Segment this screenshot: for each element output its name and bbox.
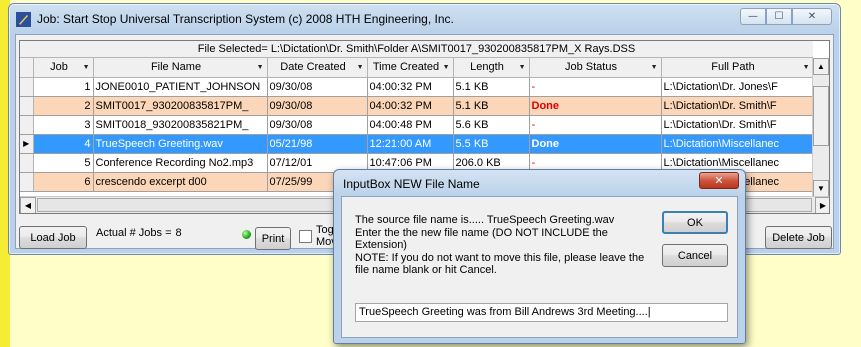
row-selector-header <box>20 58 34 78</box>
cell-file-name[interactable]: SMIT0017_930200835817PM_ <box>93 96 268 116</box>
cell-date-created[interactable]: 09/30/08 <box>267 115 368 135</box>
cell-time-created[interactable]: 04:00:32 PM <box>367 77 454 97</box>
scroll-left-arrow-icon[interactable]: ◀ <box>20 197 36 213</box>
load-job-button[interactable]: Load Job <box>19 226 87 249</box>
status-light-icon <box>242 230 251 239</box>
dialog-message-line1: The source file name is..... TrueSpeech … <box>355 214 615 226</box>
status-text: - <box>531 80 536 93</box>
row-selector[interactable] <box>20 96 34 116</box>
cell-job[interactable]: 4 <box>33 134 94 154</box>
cell-file-name[interactable]: Conference Recording No2.mp3 <box>93 153 268 173</box>
cell-job-status[interactable]: - <box>529 115 662 135</box>
dialog-close-button[interactable]: ✕ <box>699 172 739 189</box>
column-header-date-created[interactable]: Date Created ▼ <box>267 58 368 78</box>
dropdown-arrow-icon[interactable]: ▼ <box>357 64 364 71</box>
cell-file-name[interactable]: JONE0010_PATIENT_JOHNSON <box>93 77 268 97</box>
status-text: - <box>531 118 536 131</box>
column-header-full-path[interactable]: Full Path ▼ <box>661 58 814 78</box>
scroll-right-arrow-icon[interactable]: ▶ <box>815 197 829 213</box>
status-text: - <box>531 156 536 169</box>
cell-length[interactable]: 5.5 KB <box>453 134 530 154</box>
dropdown-arrow-icon[interactable]: ▼ <box>83 64 90 71</box>
maximize-button[interactable]: ☐ <box>766 8 792 25</box>
cell-job-status[interactable]: - <box>529 77 662 97</box>
cell-job[interactable]: 2 <box>33 96 94 116</box>
row-selector[interactable] <box>20 115 34 135</box>
column-header-file-name[interactable]: File Name ▼ <box>93 58 268 78</box>
status-text: Done <box>531 99 560 112</box>
column-header-job-status[interactable]: Job Status ▼ <box>529 58 662 78</box>
cell-file-name[interactable]: TrueSpeech Greeting.wav <box>93 134 268 154</box>
window-title: Job: Start Stop Universal Transcription … <box>37 12 454 26</box>
cell-date-created[interactable]: 05/21/98 <box>267 134 368 154</box>
actual-jobs-text: Actual # Jobs = <box>96 227 172 239</box>
dialog-client-area: The source file name is..... TrueSpeech … <box>341 196 738 338</box>
dropdown-arrow-icon[interactable]: ▼ <box>803 64 810 71</box>
cancel-button[interactable]: Cancel <box>662 244 728 267</box>
vertical-scrollbar[interactable]: ▲ ▼ <box>812 58 829 197</box>
column-header-job[interactable]: Job ▼ <box>33 58 94 78</box>
cell-job-status[interactable]: Done <box>529 134 662 154</box>
table-row[interactable]: 2 SMIT0017_930200835817PM_ 09/30/08 04:00:3… <box>20 96 814 116</box>
dialog-title: InputBox NEW File Name <box>343 177 480 191</box>
actual-jobs-count: 8 <box>175 227 182 239</box>
cell-job[interactable]: 6 <box>33 172 94 192</box>
dialog-message: The source file name is..... TrueSpeech … <box>355 214 655 277</box>
row-selector[interactable] <box>20 172 34 192</box>
row-selector[interactable] <box>20 153 34 173</box>
delete-job-button[interactable]: Delete Job <box>765 226 832 249</box>
table-row[interactable]: 3 SMIT0018_930200835821PM_ 09/30/08 04:00:4… <box>20 115 814 135</box>
scroll-down-arrow-icon[interactable]: ▼ <box>813 180 829 197</box>
row-selector[interactable]: ▶ <box>20 134 34 154</box>
ok-button[interactable]: OK <box>662 211 728 234</box>
dropdown-arrow-icon[interactable]: ▼ <box>257 64 264 71</box>
cell-file-name[interactable]: SMIT0018_930200835821PM_ <box>93 115 268 135</box>
cell-file-name[interactable]: crescendo excerpt d00 <box>93 172 268 192</box>
toggle-move-checkbox[interactable] <box>299 230 312 243</box>
input-box-dialog: InputBox NEW File Name ✕ The source file… <box>333 169 746 344</box>
caption-buttons: — ☐ ✕ <box>740 8 832 25</box>
scroll-up-arrow-icon[interactable]: ▲ <box>813 58 829 75</box>
cell-job-status[interactable]: Done <box>529 96 662 116</box>
column-header-time-created[interactable]: Time Created ▼ <box>367 58 454 78</box>
dialog-message-line2: Enter the the new file name (DO NOT INCL… <box>355 226 608 252</box>
cell-full-path[interactable]: L:\Dictation\Dr. Smith\F <box>661 115 814 135</box>
scroll-thumb[interactable] <box>813 86 829 146</box>
new-file-name-input[interactable]: TrueSpeech Greeting was from Bill Andrew… <box>355 303 728 322</box>
dropdown-arrow-icon[interactable]: ▼ <box>519 64 526 71</box>
cell-full-path[interactable]: L:\Dictation\Miscellanec <box>661 134 814 154</box>
cell-time-created[interactable]: 04:00:48 PM <box>367 115 454 135</box>
cell-job[interactable]: 5 <box>33 153 94 173</box>
cell-date-created[interactable]: 09/30/08 <box>267 77 368 97</box>
cell-job[interactable]: 1 <box>33 77 94 97</box>
cell-time-created[interactable]: 04:00:32 PM <box>367 96 454 116</box>
dialog-message-line3: NOTE: If you do not want to move this fi… <box>355 251 645 277</box>
cell-length[interactable]: 5.6 KB <box>453 115 530 135</box>
status-text: Done <box>531 137 560 150</box>
table-row[interactable]: ▶ 4 TrueSpeech Greeting.wav 05/21/98 12:21:0… <box>20 134 814 154</box>
dropdown-arrow-icon[interactable]: ▼ <box>443 64 450 71</box>
cell-date-created[interactable]: 09/30/08 <box>267 96 368 116</box>
actual-jobs-label: Actual # Jobs = 8 <box>96 227 182 239</box>
row-selector[interactable] <box>20 77 34 97</box>
cell-job[interactable]: 3 <box>33 115 94 135</box>
table-header-row: Job ▼ File Name ▼ Date Created ▼ Time Creat… <box>20 58 814 78</box>
app-icon <box>16 12 31 27</box>
cell-full-path[interactable]: L:\Dictation\Dr. Jones\F <box>661 77 814 97</box>
table-row[interactable]: 1 JONE0010_PATIENT_JOHNSON 09/30/08 04:00:3… <box>20 77 814 97</box>
column-header-length[interactable]: Length ▼ <box>453 58 530 78</box>
dropdown-arrow-icon[interactable]: ▼ <box>651 64 658 71</box>
cell-length[interactable]: 5.1 KB <box>453 96 530 116</box>
cell-time-created[interactable]: 12:21:00 AM <box>367 134 454 154</box>
print-button[interactable]: Print <box>255 227 291 250</box>
close-button[interactable]: ✕ <box>792 8 832 25</box>
minimize-button[interactable]: — <box>740 8 766 25</box>
cell-full-path[interactable]: L:\Dictation\Dr. Smith\F <box>661 96 814 116</box>
title-bar[interactable]: Job: Start Stop Universal Transcription … <box>9 4 840 34</box>
cell-length[interactable]: 5.1 KB <box>453 77 530 97</box>
file-selected-caption: File Selected= L:\Dictation\Dr. Smith\Fo… <box>20 41 813 58</box>
